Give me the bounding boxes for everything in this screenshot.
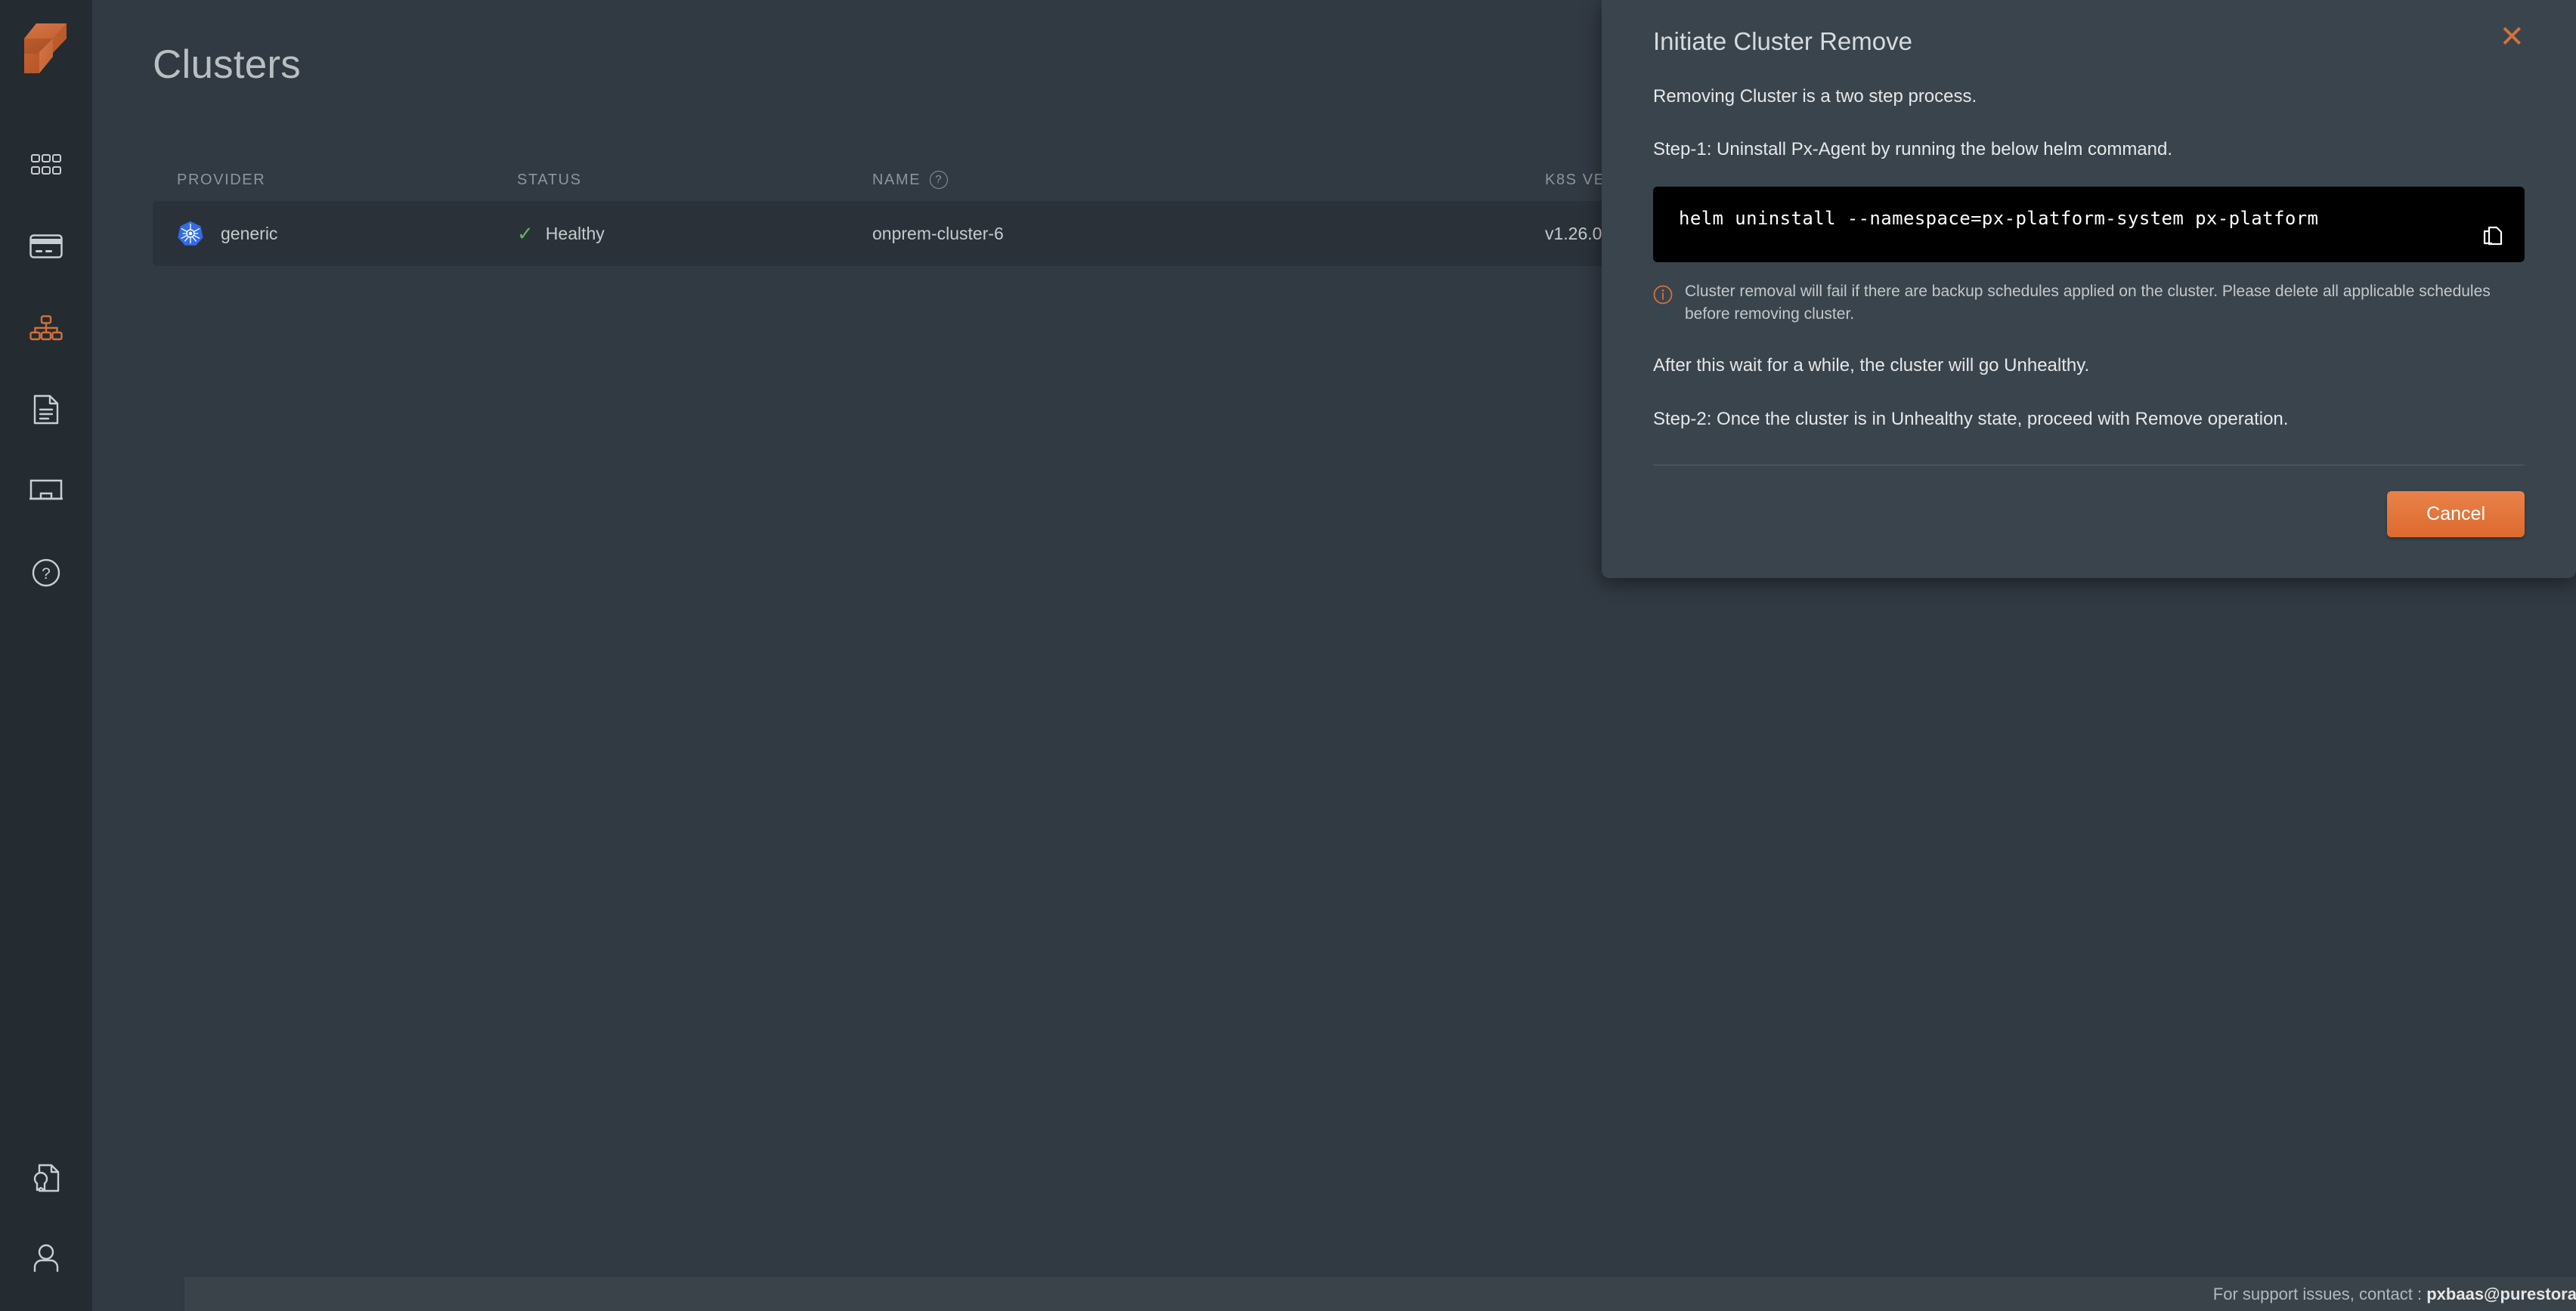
column-header-name-label: NAME [872,171,921,188]
user-icon [33,1244,59,1272]
sidebar-item-reports[interactable] [18,393,74,426]
support-prefix: For support issues, contact : [2212,1284,2427,1303]
sidebar-item-clusters[interactable] [18,311,74,345]
dialog-intro-text: Removing Cluster is a two step process. [1653,86,1977,107]
dialog-step1-text: Step-1: Uninstall Px-Agent by running th… [1653,139,2173,160]
check-icon: ✓ [517,222,534,245]
sidebar-item-account[interactable] [18,1241,74,1275]
portworx-logo[interactable] [20,21,72,76]
dialog-step2-text: Step-2: Once the cluster is in Unhealthy… [1653,408,2289,429]
sidebar: ? [0,0,92,1311]
info-circle-icon [1653,285,1673,308]
dialog-warning-note: Cluster removal will fail if there are b… [1653,280,2525,326]
dialog-wait-text: After this wait for a while, the cluster… [1653,355,2090,376]
sidebar-nav: ? [18,148,74,589]
copy-icon[interactable] [2479,223,2506,250]
provider-name: generic [221,223,278,243]
dialog-actions: Cancel [1653,491,2525,538]
support-text: For support issues, contact : pxbaas@pur… [2213,1285,2576,1304]
support-email[interactable]: pxbaas@purestorage.com [2426,1285,2576,1303]
column-header-provider-label: PROVIDER [177,171,266,188]
org-chart-icon [29,315,63,341]
certificate-document-icon [33,1164,60,1192]
dashboard-panel-icon [29,479,63,500]
cell-provider: generic [177,220,517,247]
column-header-provider: PROVIDER [177,172,517,189]
column-header-status-label: STATUS [517,171,582,188]
footer-bar: For support issues, contact : pxbaas@pur… [184,1277,2576,1311]
credit-card-icon [29,234,63,258]
cell-cluster-name: onprem-cluster-6 [872,223,1004,243]
helm-command-text: helm uninstall --namespace=px-platform-s… [1679,207,2319,229]
sidebar-bottom-nav [0,1161,92,1275]
help-circle-icon[interactable]: ? [930,171,949,189]
dialog-header: Initiate Cluster Remove ✕ [1653,0,2525,56]
document-icon [33,394,59,425]
cell-status: ✓ Healthy [517,224,872,244]
question-circle-icon: ? [32,558,60,587]
dialog-title: Initiate Cluster Remove [1653,27,1912,55]
info-circle-icon-glyph [1653,285,1673,305]
dialog-warning-text: Cluster removal will fail if there are b… [1685,282,2491,323]
column-header-status: STATUS [517,172,872,189]
column-header-name: NAME ? [872,171,1545,189]
sidebar-item-monitoring[interactable] [18,475,74,508]
sidebar-item-billing[interactable] [18,230,74,263]
svg-text:?: ? [42,565,51,583]
status-label: Healthy [545,223,605,243]
cancel-button[interactable]: Cancel [2387,491,2525,538]
kubernetes-icon [178,221,203,246]
sidebar-item-dashboard[interactable] [18,148,74,181]
close-icon[interactable]: ✕ [2499,22,2525,52]
app-root: ? Clusters PROVIDER STATUS NAME ? K8S VE… [0,0,2576,1311]
sidebar-item-help[interactable]: ? [18,556,74,589]
sidebar-item-license[interactable] [18,1161,74,1195]
portworx-logo-icon [24,23,67,73]
copy-icon-glyph [2483,226,2503,245]
page-title: Clusters [153,42,301,87]
initiate-cluster-remove-dialog: Initiate Cluster Remove ✕ Removing Clust… [1602,0,2576,578]
helm-command-block: helm uninstall --namespace=px-platform-s… [1653,186,2525,262]
grid-icon [31,154,61,175]
